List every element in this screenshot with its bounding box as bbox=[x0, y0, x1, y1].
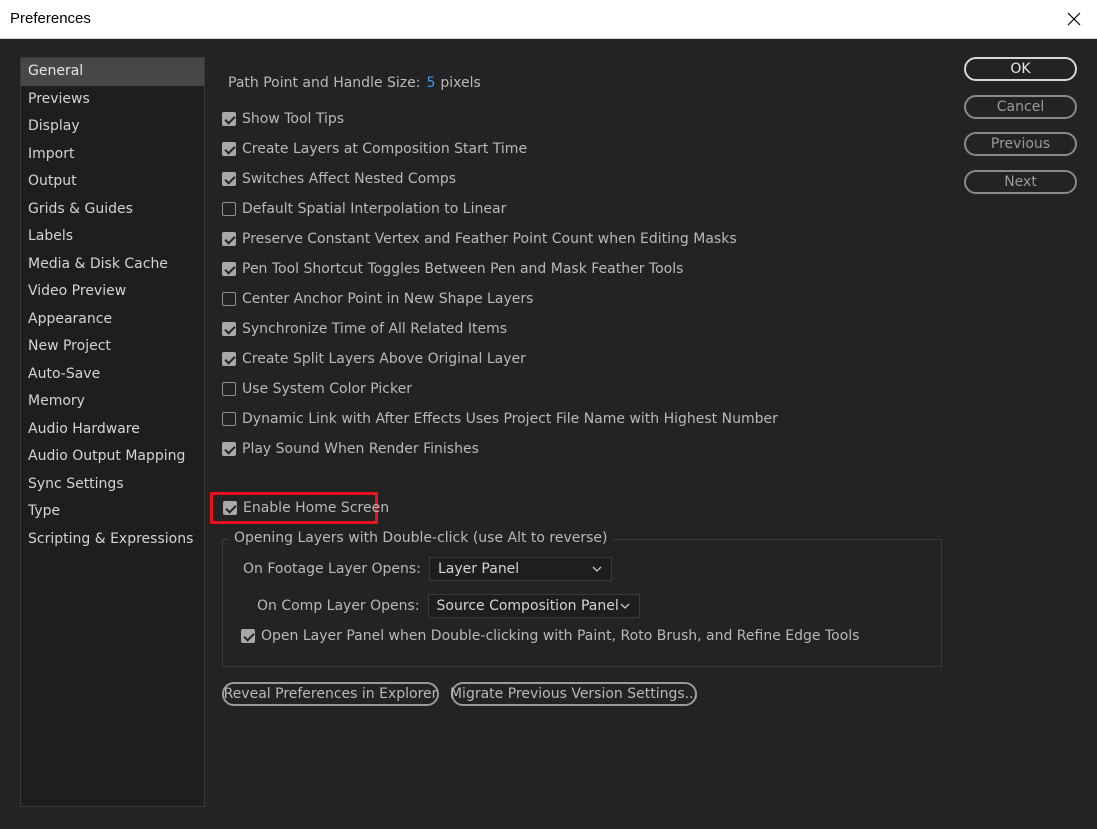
checkbox-row-dynamic-link[interactable]: Dynamic Link with After Effects Uses Pro… bbox=[222, 404, 778, 434]
checkbox-label: Use System Color Picker bbox=[242, 381, 412, 397]
sidebar-item-previews[interactable]: Previews bbox=[21, 86, 204, 114]
comp-layer-opens-label: On Comp Layer Opens: bbox=[257, 598, 420, 614]
sidebar-item-media-disk-cache[interactable]: Media & Disk Cache bbox=[21, 251, 204, 279]
checkbox-label: Create Layers at Composition Start Time bbox=[242, 141, 528, 157]
sidebar-item-auto-save[interactable]: Auto-Save bbox=[21, 361, 204, 389]
path-point-size-unit: pixels bbox=[440, 75, 481, 91]
checkbox[interactable] bbox=[222, 382, 236, 396]
open-layer-panel-row[interactable]: Open Layer Panel when Double-clicking wi… bbox=[241, 628, 859, 644]
reveal-preferences-label: Reveal Preferences in Explorer bbox=[223, 686, 438, 702]
previous-button[interactable]: Previous bbox=[964, 132, 1077, 156]
checkbox-row-system-color-picker[interactable]: Use System Color Picker bbox=[222, 374, 778, 404]
checkbox-row-create-layers-at-start[interactable]: Create Layers at Composition Start Time bbox=[222, 134, 778, 164]
comp-layer-opens-value: Source Composition Panel bbox=[436, 598, 619, 614]
checkbox[interactable] bbox=[222, 292, 236, 306]
checkbox-row-pen-tool-shortcut[interactable]: Pen Tool Shortcut Toggles Between Pen an… bbox=[222, 254, 778, 284]
checkbox-label: Create Split Layers Above Original Layer bbox=[242, 351, 526, 367]
chevron-down-icon bbox=[592, 566, 602, 572]
close-icon bbox=[1067, 12, 1081, 26]
comp-layer-opens-row: On Comp Layer Opens: Source Composition … bbox=[257, 594, 640, 618]
footage-layer-opens-dropdown[interactable]: Layer Panel bbox=[428, 557, 612, 581]
checkbox[interactable] bbox=[222, 352, 236, 366]
checkbox[interactable] bbox=[222, 322, 236, 336]
sidebar-item-scripting-expressions[interactable]: Scripting & Expressions bbox=[21, 526, 204, 554]
path-point-size-value[interactable]: 5 bbox=[426, 75, 435, 91]
enable-home-screen-row[interactable]: Enable Home Screen bbox=[210, 492, 389, 524]
checkbox-label: Center Anchor Point in New Shape Layers bbox=[242, 291, 534, 307]
checkbox-row-center-anchor-point[interactable]: Center Anchor Point in New Shape Layers bbox=[222, 284, 778, 314]
checkbox-label: Play Sound When Render Finishes bbox=[242, 441, 479, 457]
window-title: Preferences bbox=[10, 10, 91, 27]
footage-layer-opens-value: Layer Panel bbox=[437, 561, 520, 577]
checkbox-row-default-spatial-linear[interactable]: Default Spatial Interpolation to Linear bbox=[222, 194, 778, 224]
sidebar-item-general[interactable]: General bbox=[21, 58, 204, 86]
sidebar-item-audio-hardware[interactable]: Audio Hardware bbox=[21, 416, 204, 444]
sidebar-item-sync-settings[interactable]: Sync Settings bbox=[21, 471, 204, 499]
checkbox-label: Preserve Constant Vertex and Feather Poi… bbox=[242, 231, 737, 247]
checkbox-label: Switches Affect Nested Comps bbox=[242, 171, 457, 187]
reveal-preferences-button[interactable]: Reveal Preferences in Explorer bbox=[222, 682, 439, 706]
enable-home-screen-checkbox[interactable] bbox=[223, 501, 237, 515]
checkbox-row-switches-affect-nested[interactable]: Switches Affect Nested Comps bbox=[222, 164, 778, 194]
sidebar-item-memory[interactable]: Memory bbox=[21, 388, 204, 416]
ok-button[interactable]: OK bbox=[964, 57, 1077, 81]
checkbox-row-play-sound[interactable]: Play Sound When Render Finishes bbox=[222, 434, 778, 464]
double-click-group-title: Opening Layers with Double-click (use Al… bbox=[229, 530, 613, 546]
chevron-down-icon bbox=[620, 603, 630, 609]
preferences-category-list: General Previews Display Import Output G… bbox=[20, 57, 205, 807]
sidebar-item-grids-guides[interactable]: Grids & Guides bbox=[21, 196, 204, 224]
sidebar-item-display[interactable]: Display bbox=[21, 113, 204, 141]
checkbox[interactable] bbox=[222, 232, 236, 246]
sidebar-item-labels[interactable]: Labels bbox=[21, 223, 204, 251]
footage-layer-opens-label: On Footage Layer Opens: bbox=[243, 561, 421, 577]
cancel-label: Cancel bbox=[996, 99, 1045, 115]
sidebar-item-import[interactable]: Import bbox=[21, 141, 204, 169]
path-point-size-label: Path Point and Handle Size: bbox=[228, 75, 421, 91]
checkbox[interactable] bbox=[222, 202, 236, 216]
checkbox-row-show-tool-tips[interactable]: Show Tool Tips bbox=[222, 104, 778, 134]
next-button[interactable]: Next bbox=[964, 170, 1077, 194]
footage-layer-opens-row: On Footage Layer Opens: Layer Panel bbox=[243, 557, 612, 581]
checkbox[interactable] bbox=[222, 142, 236, 156]
checkbox-row-synchronize-time[interactable]: Synchronize Time of All Related Items bbox=[222, 314, 778, 344]
checkbox[interactable] bbox=[222, 442, 236, 456]
sidebar-item-appearance[interactable]: Appearance bbox=[21, 306, 204, 334]
checkbox-label: Pen Tool Shortcut Toggles Between Pen an… bbox=[242, 261, 684, 277]
sidebar-item-video-preview[interactable]: Video Preview bbox=[21, 278, 204, 306]
next-label: Next bbox=[1004, 174, 1037, 190]
title-bar: Preferences bbox=[0, 0, 1097, 39]
checkbox-row-split-layers-above[interactable]: Create Split Layers Above Original Layer bbox=[222, 344, 778, 374]
checkbox-label: Show Tool Tips bbox=[242, 111, 345, 127]
checkbox-label: Dynamic Link with After Effects Uses Pro… bbox=[242, 411, 778, 427]
checkbox[interactable] bbox=[222, 262, 236, 276]
previous-label: Previous bbox=[990, 136, 1051, 152]
migrate-settings-button[interactable]: Migrate Previous Version Settings... bbox=[449, 682, 699, 706]
open-layer-panel-checkbox[interactable] bbox=[241, 629, 255, 643]
cancel-button[interactable]: Cancel bbox=[964, 95, 1077, 119]
checkbox[interactable] bbox=[222, 172, 236, 186]
checkbox[interactable] bbox=[222, 112, 236, 126]
checkbox-row-preserve-vertex-count[interactable]: Preserve Constant Vertex and Feather Poi… bbox=[222, 224, 778, 254]
ok-label: OK bbox=[1010, 61, 1031, 77]
close-button[interactable] bbox=[1051, 0, 1097, 38]
sidebar-item-type[interactable]: Type bbox=[21, 498, 204, 526]
checkbox-label: Synchronize Time of All Related Items bbox=[242, 321, 508, 337]
preferences-window: Preferences General Previews Display Imp… bbox=[0, 0, 1097, 829]
sidebar-item-new-project[interactable]: New Project bbox=[21, 333, 204, 361]
path-point-size-row: Path Point and Handle Size: 5 pixels bbox=[228, 75, 481, 91]
checkbox[interactable] bbox=[222, 412, 236, 426]
comp-layer-opens-dropdown[interactable]: Source Composition Panel bbox=[427, 594, 640, 618]
migrate-settings-label: Migrate Previous Version Settings... bbox=[449, 686, 699, 702]
sidebar-item-audio-output-mapping[interactable]: Audio Output Mapping bbox=[21, 443, 204, 471]
checkbox-label: Default Spatial Interpolation to Linear bbox=[242, 201, 507, 217]
sidebar-item-output[interactable]: Output bbox=[21, 168, 204, 196]
general-checkbox-list: Show Tool Tips Create Layers at Composit… bbox=[222, 104, 778, 464]
open-layer-panel-label: Open Layer Panel when Double-clicking wi… bbox=[261, 628, 860, 644]
enable-home-screen-label: Enable Home Screen bbox=[243, 500, 390, 516]
